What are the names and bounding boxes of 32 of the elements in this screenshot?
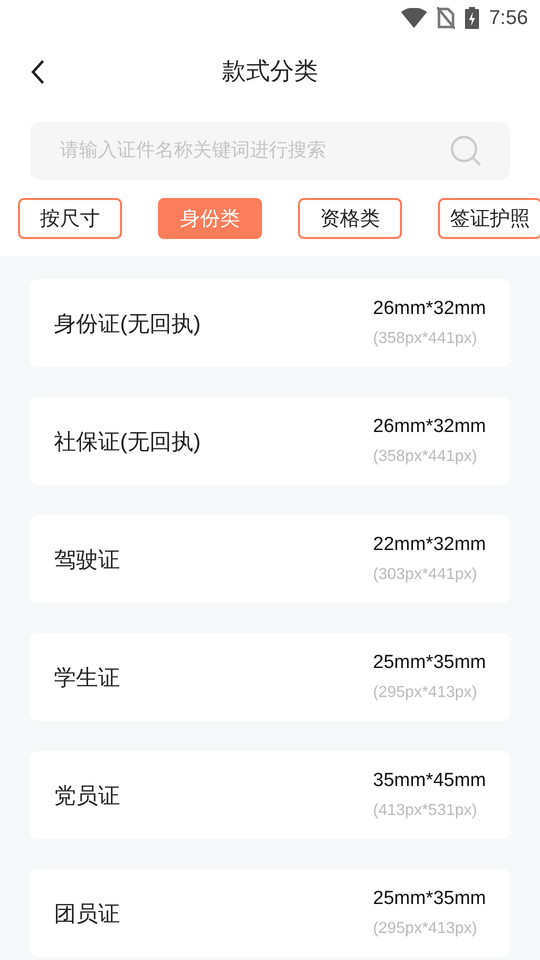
item-pixels: (295px*413px) <box>373 919 478 940</box>
item-size: 35mm*45mm <box>373 768 486 793</box>
item-pixels: (295px*413px) <box>373 683 478 704</box>
no-sim-icon <box>437 7 456 29</box>
status-time: 7:56 <box>489 6 528 31</box>
item-name: 团员证 <box>54 900 120 928</box>
item-pixels: (358px*441px) <box>373 329 478 350</box>
list-card[interactable]: 团员证 25mm*35mm (295px*413px) <box>30 869 510 957</box>
list-card[interactable]: 社保证(无回执) 26mm*32mm (358px*441px) <box>30 397 510 485</box>
item-pixels: (413px*531px) <box>373 801 478 822</box>
item-name: 党员证 <box>54 782 120 810</box>
category-tab[interactable]: 资格类 <box>298 198 402 239</box>
item-pixels: (303px*441px) <box>373 565 478 586</box>
category-tab[interactable]: 按尺寸 <box>18 198 122 239</box>
item-name: 社保证(无回执) <box>54 428 201 456</box>
item-name: 学生证 <box>54 664 120 692</box>
page-title: 款式分类 <box>222 57 318 87</box>
item-name: 身份证(无回执) <box>54 310 201 338</box>
list-card[interactable]: 驾驶证 22mm*32mm (303px*441px) <box>30 515 510 603</box>
list-card[interactable]: 学生证 25mm*35mm (295px*413px) <box>30 633 510 721</box>
list-card[interactable]: 党员证 35mm*45mm (413px*531px) <box>30 751 510 839</box>
category-tab[interactable]: 签证护照 <box>438 198 540 239</box>
item-size: 25mm*35mm <box>373 886 486 911</box>
list-card[interactable]: 身份证(无回执) 26mm*32mm (358px*441px) <box>30 279 510 367</box>
item-pixels: (358px*441px) <box>373 447 478 468</box>
item-size: 26mm*32mm <box>373 296 486 321</box>
item-size: 25mm*35mm <box>373 650 486 675</box>
item-size: 26mm*32mm <box>373 414 486 439</box>
item-size: 22mm*32mm <box>373 532 486 557</box>
wifi-icon <box>401 8 428 28</box>
battery-charging-icon <box>465 7 480 29</box>
item-name: 驾驶证 <box>54 546 120 574</box>
